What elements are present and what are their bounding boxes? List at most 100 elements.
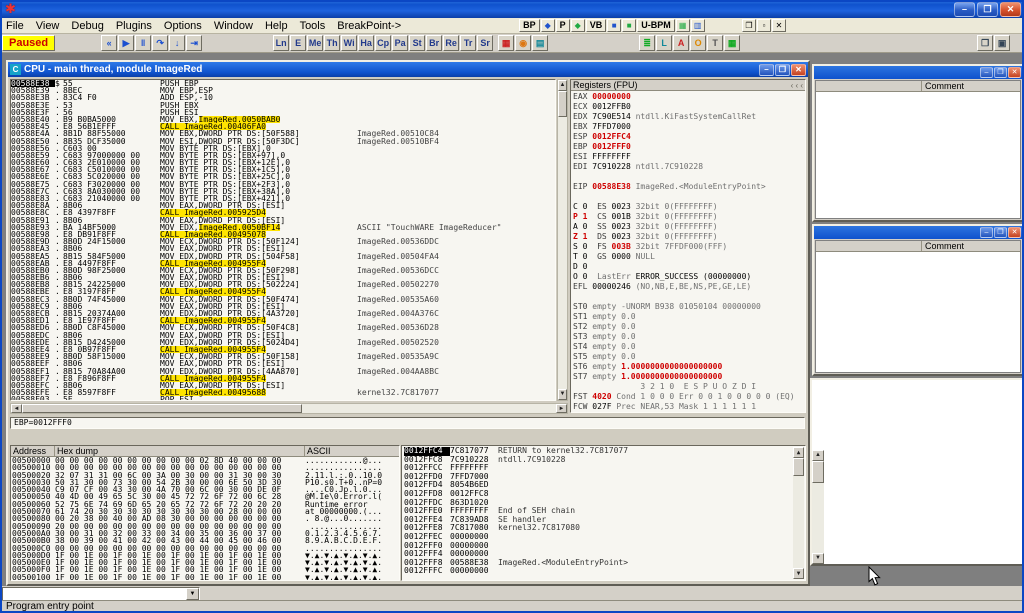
p-green-icon[interactable]: ◆ — [571, 19, 585, 32]
scroll-up-icon[interactable]: ▲ — [812, 450, 824, 461]
dump-address-header[interactable]: Address — [11, 446, 55, 456]
register-line[interactable]: O 0 LastErr ERROR_SUCCESS (00000000) — [573, 272, 805, 282]
registers-pane[interactable]: Registers (FPU) ‹ ‹ ‹ EAX 00000000ECX 00… — [570, 79, 806, 413]
toolbar-st-button[interactable]: St — [409, 35, 425, 51]
comment-column-header[interactable]: Comment — [922, 81, 1020, 91]
toolbar-ln-button[interactable]: Ln — [273, 35, 289, 51]
scroll-thumb[interactable] — [22, 404, 302, 413]
dump-ascii-header[interactable]: ASCII — [305, 446, 399, 456]
toolbar-th-button[interactable]: Th — [324, 35, 340, 51]
attach-icon[interactable]: A — [673, 35, 689, 51]
memory-icon[interactable]: ▤ — [532, 35, 548, 51]
maximize-button[interactable]: ❐ — [977, 2, 998, 17]
registers-header-arrows-icon[interactable]: ‹ ‹ ‹ — [791, 81, 803, 90]
register-line[interactable]: ECX 0012FFB0 — [573, 102, 805, 112]
restore-icon[interactable]: ❐ — [994, 227, 1007, 238]
stack-pane[interactable]: 0012FFC47C817077RETURN to kernel32.7C817… — [401, 445, 806, 581]
log-icon[interactable]: L — [656, 35, 672, 51]
register-line[interactable]: ST2 empty 0.0 — [573, 322, 805, 332]
toolbar-sr-button[interactable]: Sr — [477, 35, 493, 51]
toolbar-wi-button[interactable]: Wi — [341, 35, 357, 51]
scroll-up-icon[interactable]: ▲ — [558, 80, 567, 91]
menu-item-window[interactable]: Window — [208, 19, 259, 33]
scroll-down-icon[interactable]: ▼ — [558, 389, 567, 400]
cpu-window-titlebar[interactable]: C CPU - main thread, module ImageRed – ❐… — [8, 62, 808, 77]
tile-windows-icon[interactable]: ▣ — [994, 35, 1010, 51]
aux-scrollbar[interactable]: ▲ ▼ — [812, 450, 824, 564]
pause-icon[interactable]: ‖ — [135, 35, 151, 51]
menu-item-help[interactable]: Help — [259, 19, 294, 33]
toolbar-tr-button[interactable]: Tr — [460, 35, 476, 51]
menu-item-view[interactable]: View — [30, 19, 66, 33]
register-line[interactable]: ST3 empty 0.0 — [573, 332, 805, 342]
command-combobox[interactable]: ▼ — [2, 587, 200, 601]
scroll-thumb[interactable] — [558, 91, 567, 117]
blank-column-header[interactable] — [816, 241, 922, 251]
child-close-icon[interactable]: ✕ — [772, 19, 786, 32]
comment-window-1-titlebar[interactable]: – ❐ ✕ — [814, 66, 1022, 79]
toolbar-me-button[interactable]: Me — [307, 35, 323, 51]
dump-hex-header[interactable]: Hex dump — [55, 446, 305, 456]
pause-status-button[interactable]: Paused — [2, 35, 55, 51]
dropdown-icon[interactable]: ▼ — [186, 588, 199, 600]
p-button[interactable]: P — [556, 19, 570, 32]
vb-green-icon[interactable]: ■ — [622, 19, 636, 32]
register-line[interactable]: EDI 7C910228 ntdll.7C910228 — [573, 162, 805, 172]
hit-trace-icon[interactable]: ◉ — [515, 35, 531, 51]
register-line[interactable]: ST0 empty -UNORM B938 01050104 00000000 — [573, 302, 805, 312]
minimize-icon[interactable]: – — [980, 67, 993, 78]
register-line[interactable]: EIP 00588E38 ImageRed.<ModuleEntryPoint> — [573, 182, 805, 192]
toolbar-re-button[interactable]: Re — [443, 35, 459, 51]
breakpoints-icon[interactable]: ▦ — [498, 35, 514, 51]
register-line[interactable]: ST1 empty 0.0 — [573, 312, 805, 322]
scroll-thumb[interactable] — [793, 458, 804, 476]
minimize-button[interactable]: – — [954, 2, 975, 17]
windows-icon[interactable]: ❐ — [977, 35, 993, 51]
scroll-right-icon[interactable]: ► — [556, 404, 567, 413]
register-line[interactable]: Z 1 DS 0023 32bit 0(FFFFFFFF) — [573, 232, 805, 242]
register-line[interactable]: FST 4020 Cond 1 0 0 0 Err 0 0 1 0 0 0 0 … — [573, 392, 805, 402]
toolbar-pa-button[interactable]: Pa — [392, 35, 408, 51]
bp-blue-icon[interactable]: ◆ — [541, 19, 555, 32]
minimize-icon[interactable]: – — [759, 64, 774, 76]
register-line[interactable]: ST6 empty 1.0000000000000000000 — [573, 362, 805, 372]
disasm-line[interactable]: 00588E38$55PUSH EBP — [11, 80, 555, 87]
disasm-line[interactable]: 00588EFE.E8 8597F8FFCALL ImageRed.004956… — [11, 389, 555, 396]
command-combobox-value[interactable] — [3, 588, 186, 600]
register-line[interactable]: ESP 0012FFC4 — [573, 132, 805, 142]
disassembly-pane[interactable]: 00588E38$55PUSH EBP00588E39.8BECMOV EBP,… — [10, 79, 556, 401]
toolbar-e-button[interactable]: E — [290, 35, 306, 51]
register-line[interactable]: EBP 0012FFF0 — [573, 142, 805, 152]
register-line[interactable]: ST7 empty 1.0000000000000000000 — [573, 372, 805, 382]
restore-icon[interactable]: ❐ — [775, 64, 790, 76]
comment-window-2-titlebar[interactable]: – ❐ ✕ — [814, 226, 1022, 239]
register-line[interactable]: ESI FFFFFFFF — [573, 152, 805, 162]
toolbar-ha-button[interactable]: Ha — [358, 35, 374, 51]
menu-item-options[interactable]: Options — [158, 19, 208, 33]
child-window-icon[interactable]: ▫ — [757, 19, 771, 32]
register-line[interactable]: ST4 empty 0.0 — [573, 342, 805, 352]
register-line[interactable]: C 0 ES 0023 32bit 0(FFFFFFFF) — [573, 202, 805, 212]
stack-row[interactable]: 0012FFFC00000000 — [404, 567, 793, 576]
run-icon[interactable]: ▶ — [118, 35, 134, 51]
memory-map-icon[interactable]: ≣ — [639, 35, 655, 51]
register-line[interactable]: EFL 00000246 (NO,NB,E,BE,NS,PE,GE,LE) — [573, 282, 805, 292]
menu-item-breakpoint[interactable]: BreakPoint-> — [331, 19, 407, 33]
register-line[interactable]: EDX 7C90E514 ntdll.KiFastSystemCallRet — [573, 112, 805, 122]
minimize-icon[interactable]: – — [980, 227, 993, 238]
restore-icon[interactable]: ❐ — [994, 67, 1007, 78]
menu-item-file[interactable]: File — [0, 19, 30, 33]
disasm-line[interactable]: 00588E3E.53PUSH EBX — [11, 102, 555, 109]
register-line[interactable]: T 0 GS 0000 NULL — [573, 252, 805, 262]
register-line[interactable] — [573, 192, 805, 202]
menu-item-tools[interactable]: Tools — [294, 19, 332, 33]
bp-button[interactable]: BP — [519, 19, 540, 32]
close-button[interactable]: ✕ — [1000, 2, 1021, 17]
scroll-up-icon[interactable]: ▲ — [793, 447, 804, 458]
register-line[interactable] — [573, 292, 805, 302]
register-line[interactable]: EAX 00000000 — [573, 92, 805, 102]
vb-button[interactable]: VB — [586, 19, 607, 32]
step-over-icon[interactable]: ↷ — [152, 35, 168, 51]
register-line[interactable]: S 0 FS 003B 32bit 7FFDF000(FFF) — [573, 242, 805, 252]
register-line[interactable]: P 1 CS 001B 32bit 0(FFFFFFFF) — [573, 212, 805, 222]
